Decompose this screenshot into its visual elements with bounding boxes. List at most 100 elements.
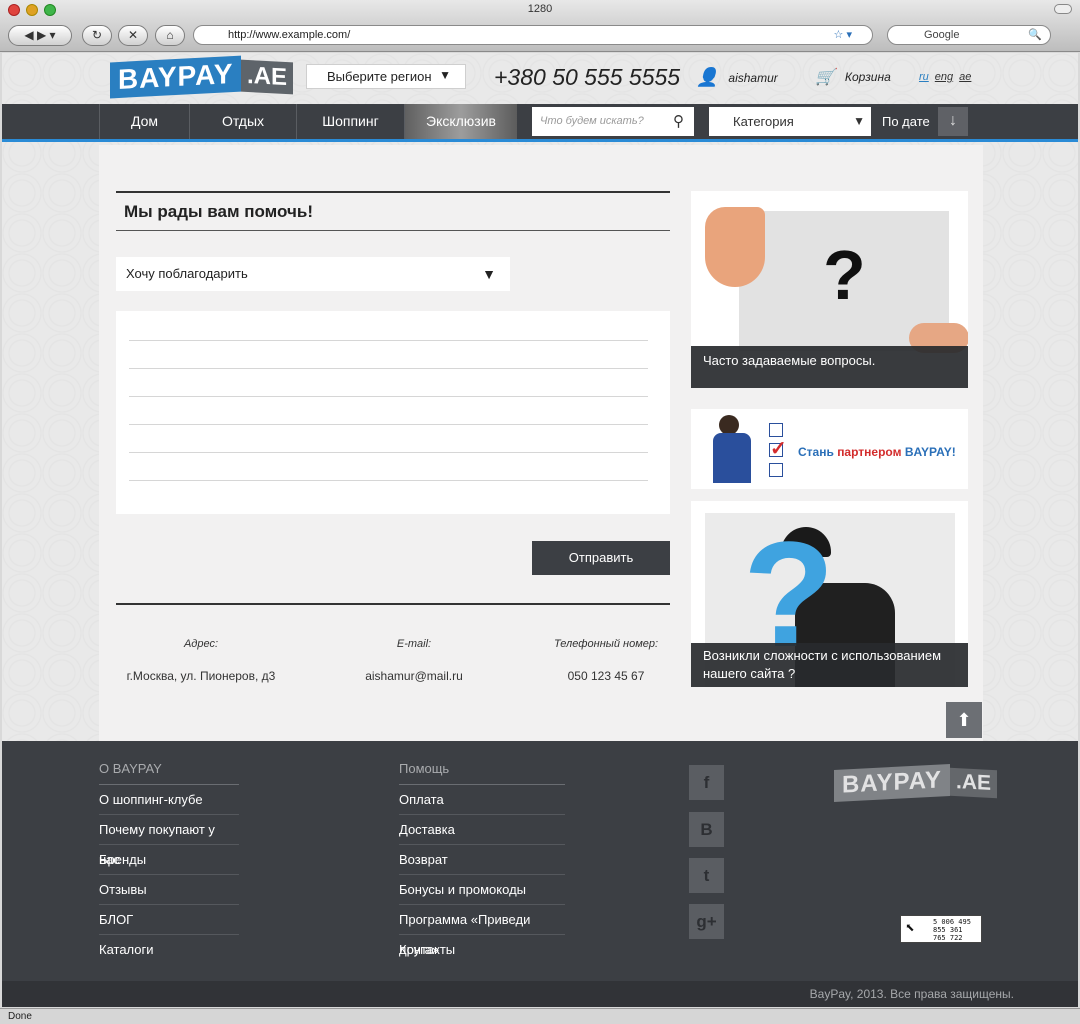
copyright: BayPay, 2013. Все права защищены.	[2, 981, 1078, 1007]
chevron-down-icon: ▼	[853, 114, 865, 128]
footer-link[interactable]: Доставка	[399, 815, 565, 845]
cart-link[interactable]: 🛒 Корзина	[815, 67, 891, 87]
partner-banner[interactable]: ✓ Стань партнером BAYPAY!	[691, 409, 968, 489]
footer-link[interactable]: Программа «Приведи друга»	[399, 905, 565, 957]
facebook-icon[interactable]: f	[689, 765, 724, 800]
counter-line: 5 006 495	[933, 918, 971, 926]
phone-label: Телефонный номер:	[553, 638, 659, 650]
footer-link[interactable]: Оплата	[399, 785, 565, 815]
main-content: Мы рады вам помочь! Хочу поблагодарить ▼…	[99, 145, 983, 792]
address-value: г.Москва, ул. Пионеров, д3	[126, 669, 276, 683]
category-select[interactable]: Категория ▼	[709, 107, 871, 136]
counter-arrow-icon: ⬉	[905, 918, 915, 937]
web-page: BAYPAY .AE Выберите регион ▼ +380 50 555…	[2, 53, 1078, 1007]
cart-icon: 🛒	[815, 69, 835, 86]
nav-rest[interactable]: Отдых	[189, 104, 296, 139]
visit-counter[interactable]: ⬉ 5 006 495 855 361 765 722	[900, 915, 982, 943]
footer-link[interactable]: Бренды	[99, 845, 239, 875]
footer-link[interactable]: Возврат	[399, 845, 565, 875]
google-plus-icon[interactable]: g+	[689, 904, 724, 939]
status-bar: Done	[0, 1008, 1080, 1024]
main-nav: Дом Отдых Шоппинг Эксклюзив Что будем ис…	[2, 104, 1078, 142]
counter-line: 765 722	[933, 934, 963, 942]
toolbar-toggle-button[interactable]	[1054, 4, 1072, 14]
footer-link[interactable]: Отзывы	[99, 875, 239, 905]
partner-highlight: партнером	[837, 445, 902, 459]
email-label: E-mail:	[396, 638, 432, 650]
address-label: Адрес:	[183, 638, 219, 650]
region-label: Выберите регион	[327, 69, 432, 84]
cart-label: Корзина	[844, 70, 891, 84]
site-logo[interactable]: BAYPAY .AE	[110, 55, 294, 99]
submit-button[interactable]: Отправить	[532, 541, 670, 575]
footer-link[interactable]: Почему покупают у нас	[99, 815, 239, 867]
topic-select[interactable]: Хочу поблагодарить ▼	[116, 257, 510, 291]
faq-card[interactable]: ? Часто задаваемые вопросы.	[691, 191, 968, 388]
faq-caption: Часто задаваемые вопросы.	[691, 346, 968, 388]
partner-text: Стань партнером BAYPAY!	[798, 445, 956, 459]
user-account[interactable]: 👤 aishamur	[696, 67, 778, 88]
topic-label: Хочу поблагодарить	[126, 266, 248, 281]
question-mark-icon: ?	[823, 236, 866, 314]
arrow-down-icon: ↓	[949, 112, 957, 129]
username: aishamur	[728, 70, 778, 85]
divider	[116, 603, 670, 605]
reload-button[interactable]: ↻	[82, 25, 112, 46]
nav-home[interactable]: Дом	[99, 104, 189, 139]
footer-col-help-title: Помощь	[399, 761, 565, 785]
header-phone: +380 50 555 5555	[494, 64, 681, 90]
minimize-window-button[interactable]	[26, 4, 38, 16]
stop-button[interactable]: ✕	[118, 25, 148, 46]
help-caption: Возникли сложности с использованием наше…	[691, 643, 968, 687]
footer-link[interactable]: БЛОГ	[99, 905, 239, 935]
footer-logo-main: BAYPAY	[834, 763, 950, 803]
close-window-button[interactable]	[8, 4, 20, 16]
browser-search-input[interactable]: Google 🔍	[887, 25, 1051, 45]
textarea-line	[129, 396, 648, 397]
lang-eng[interactable]: eng	[935, 71, 953, 83]
site-search-input[interactable]: Что будем искать? ⚲	[532, 107, 694, 136]
user-icon: 👤	[696, 67, 719, 87]
site-search-placeholder: Что будем искать?	[540, 115, 644, 127]
message-textarea[interactable]	[116, 311, 670, 514]
footer-link[interactable]: О шоппинг-клубе	[99, 785, 239, 815]
bookmark-star-icon[interactable]: ☆ ▾	[834, 26, 852, 44]
status-text: Done	[8, 1011, 32, 1022]
magnifier-icon[interactable]: ⚲	[673, 107, 684, 136]
textarea-line	[129, 424, 648, 425]
search-icon: 🔍	[1028, 29, 1042, 41]
zoom-window-button[interactable]	[44, 4, 56, 16]
help-card[interactable]: ? Возникли сложности с использованием на…	[691, 501, 968, 687]
vkontakte-icon[interactable]: B	[689, 812, 724, 847]
textarea-line	[129, 452, 648, 453]
lang-ae[interactable]: ae	[959, 71, 971, 83]
footer-link[interactable]: Каталоги	[99, 935, 239, 965]
textarea-line	[129, 480, 648, 481]
email-value[interactable]: aishamur@mail.ru	[339, 669, 489, 683]
checkbox-icon	[769, 423, 783, 437]
lang-ru[interactable]: ru	[919, 71, 929, 83]
phone-value: 050 123 45 67	[567, 669, 645, 683]
partner-prefix: Стань	[798, 445, 834, 459]
footer-logo[interactable]: BAYPAY .AE	[834, 763, 997, 803]
site-header: BAYPAY .AE Выберите регион ▼ +380 50 555…	[2, 53, 1078, 103]
footer-link[interactable]: Бонусы и промокоды	[399, 875, 565, 905]
chevron-down-icon: ▼	[439, 68, 451, 82]
footer-col-about: О BAYPAY О шоппинг-клубе Почему покупают…	[99, 761, 239, 965]
partner-suffix: BAYPAY!	[904, 445, 956, 459]
nav-shopping[interactable]: Шоппинг	[296, 104, 404, 139]
scroll-to-top-button[interactable]: ⬆	[946, 702, 982, 738]
nav-exclusive[interactable]: Эксклюзив	[404, 104, 517, 139]
textarea-line	[129, 340, 648, 341]
region-select[interactable]: Выберите регион ▼	[306, 64, 466, 89]
search-placeholder: Google	[924, 29, 960, 41]
logo-main: BAYPAY	[110, 55, 242, 99]
twitter-icon[interactable]: t	[689, 858, 724, 893]
footer-link[interactable]: Контакты	[399, 935, 565, 965]
counter-line: 855 361	[933, 926, 963, 934]
back-button[interactable]: ◀ ▶ ▾	[8, 25, 72, 46]
home-button[interactable]: ⌂	[155, 25, 185, 46]
address-bar[interactable]: http://www.example.com/ ☆ ▾	[193, 25, 873, 45]
site-footer: О BAYPAY О шоппинг-клубе Почему покупают…	[2, 741, 1078, 981]
sort-arrow-button[interactable]: ↓	[938, 107, 968, 136]
